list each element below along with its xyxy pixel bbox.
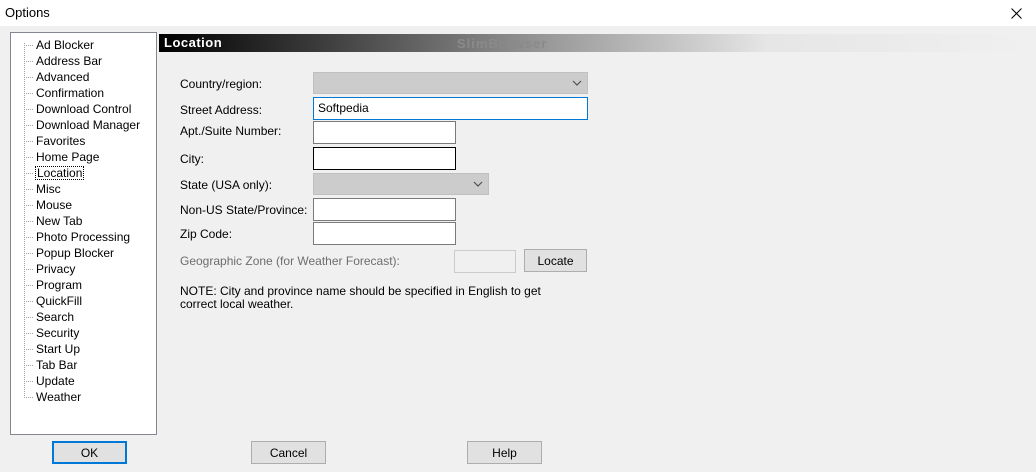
- tree-item-label: Download Manager: [36, 118, 141, 132]
- cancel-button[interactable]: Cancel: [251, 441, 326, 464]
- tree-connector: [24, 381, 33, 382]
- country-label: Country/region:: [180, 77, 263, 91]
- geographic-zone-label: Geographic Zone (for Weather Forecast):: [180, 254, 400, 268]
- tree-item-label: New Tab: [36, 214, 83, 228]
- tree-item-label: Advanced: [36, 70, 90, 84]
- options-dialog: Options Ad Blocker Address Bar Advanced Con…: [0, 0, 1036, 472]
- window-title: Options: [5, 5, 50, 20]
- brand-label: SlimBrowser: [457, 36, 548, 51]
- tree-item-label: Download Control: [36, 102, 132, 116]
- city-input[interactable]: [313, 147, 456, 170]
- tree-connector: [24, 45, 33, 46]
- tree-item-label: Security: [36, 326, 80, 340]
- tree-connector: [24, 205, 33, 206]
- tree-connector: [24, 221, 33, 222]
- note-text: NOTE: City and province name should be s…: [180, 284, 541, 311]
- tree-connector: [24, 61, 33, 62]
- close-icon: [1010, 7, 1022, 19]
- geographic-zone-field: [454, 250, 516, 273]
- tree-item-label: Favorites: [36, 134, 86, 148]
- tree-connector: [24, 237, 33, 238]
- options-category-tree[interactable]: Ad Blocker Address Bar Advanced Confirmatio…: [10, 32, 157, 435]
- tree-item-label: Home Page: [36, 150, 100, 164]
- locate-button[interactable]: Locate: [524, 249, 587, 272]
- apt-suite-input[interactable]: [313, 121, 456, 144]
- tree-connector: [24, 125, 33, 126]
- tree-item-label: Update: [36, 374, 75, 388]
- zip-code-label: Zip Code:: [180, 227, 233, 241]
- tree-guide-line: [24, 43, 25, 396]
- tree-connector: [24, 109, 33, 110]
- section-banner: Location SlimBrowser: [159, 34, 1030, 52]
- province-input[interactable]: [313, 198, 456, 221]
- tree-item-label: Search: [36, 310, 75, 324]
- section-title: Location: [164, 35, 223, 50]
- tree-connector: [24, 333, 33, 334]
- help-button[interactable]: Help: [467, 441, 542, 464]
- tree-item-label: Ad Blocker: [36, 38, 95, 52]
- tree-item-label: Mouse: [36, 198, 73, 212]
- tree-connector: [24, 77, 33, 78]
- title-bar: Options: [0, 0, 1036, 26]
- tree-item-label: Start Up: [36, 342, 81, 356]
- tree-item-label: Popup Blocker: [36, 246, 115, 260]
- tree-item-label: Program: [36, 278, 83, 292]
- tree-connector: [24, 317, 33, 318]
- tree-connector: [24, 285, 33, 286]
- state-label: State (USA only):: [180, 178, 273, 192]
- state-select[interactable]: [313, 173, 489, 195]
- street-address-label: Street Address:: [180, 103, 263, 117]
- tree-item-label: Misc: [36, 182, 61, 196]
- chevron-down-icon: [572, 80, 582, 86]
- tree-item-label: Weather: [36, 390, 82, 404]
- tree-item-label: Confirmation: [36, 86, 105, 100]
- tree-item-label: Tab Bar: [36, 358, 78, 372]
- city-label: City:: [180, 152, 204, 166]
- zip-code-input[interactable]: [313, 222, 456, 245]
- tree-connector: [24, 173, 33, 174]
- tree-connector: [24, 253, 33, 254]
- close-button[interactable]: [996, 0, 1036, 26]
- tree-connector: [24, 189, 33, 190]
- tree-connector: [24, 301, 33, 302]
- tree-connector: [24, 157, 33, 158]
- tree-item-label: Privacy: [36, 262, 76, 276]
- tree-connector: [24, 93, 33, 94]
- tree-connector: [24, 365, 33, 366]
- tree-connector: [24, 349, 33, 350]
- tree-connector: [24, 269, 33, 270]
- tree-item-label: QuickFill: [36, 294, 83, 308]
- tree-item-label: Photo Processing: [36, 230, 131, 244]
- country-select[interactable]: [313, 72, 588, 94]
- tree-item-label: Location: [35, 166, 85, 180]
- tree-item-label: Address Bar: [36, 54, 103, 68]
- chevron-down-icon: [473, 181, 483, 187]
- province-label: Non-US State/Province:: [180, 203, 308, 217]
- ok-button[interactable]: OK: [52, 441, 127, 464]
- tree-connector: [24, 397, 33, 398]
- tree-connector: [24, 141, 33, 142]
- street-address-input[interactable]: Softpedia: [313, 97, 588, 120]
- apt-suite-label: Apt./Suite Number:: [180, 124, 282, 138]
